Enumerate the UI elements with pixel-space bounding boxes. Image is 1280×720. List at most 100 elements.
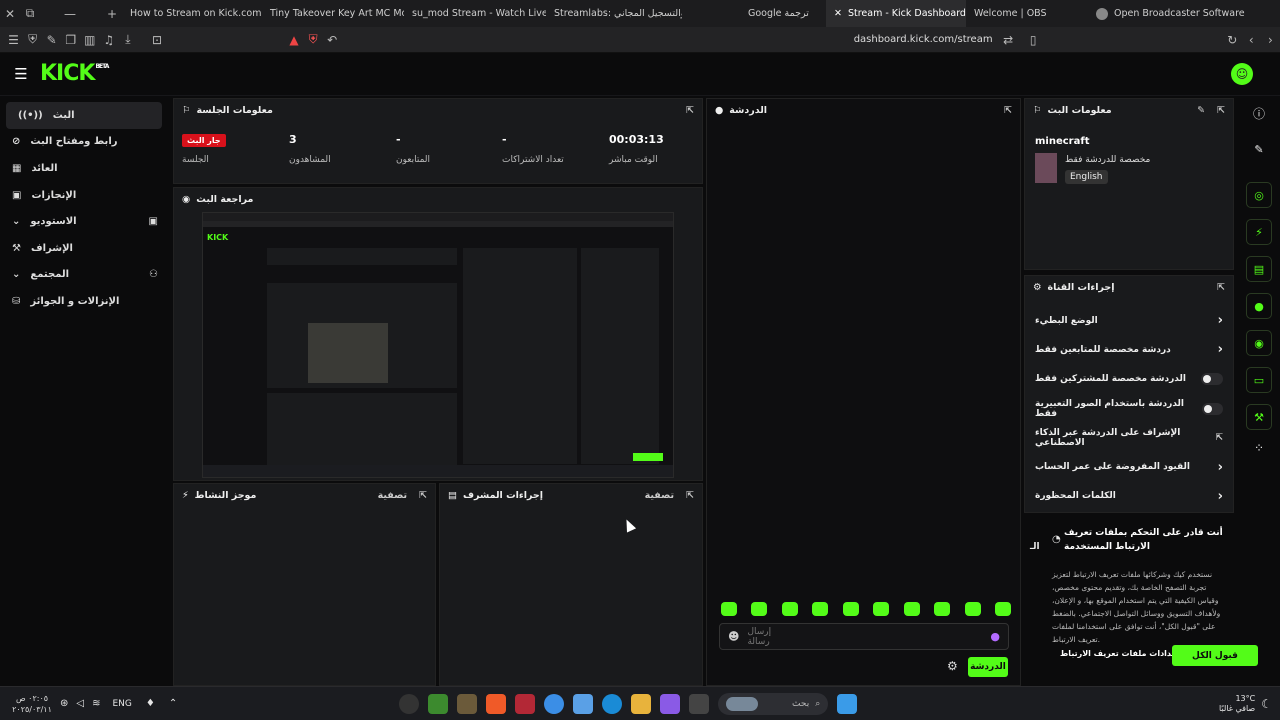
pop-out-icon[interactable]: ⇱ xyxy=(686,490,694,501)
store-icon[interactable] xyxy=(573,693,594,714)
chat-tool-icon[interactable]: ● xyxy=(1246,293,1272,319)
pop-out-icon[interactable]: ⇱ xyxy=(1004,105,1012,116)
game-icon[interactable] xyxy=(457,693,478,714)
filter-button[interactable]: تصفية xyxy=(378,490,407,501)
sidebar-item-drops[interactable]: ⛁ الإنزالات و الجوائز xyxy=(0,288,170,315)
brave-icon[interactable] xyxy=(486,693,507,714)
sidebar-item-revenue[interactable]: ▦ العائد xyxy=(0,155,170,182)
bolt-tool-icon[interactable]: ⚡ xyxy=(1246,219,1272,245)
close-window-icon[interactable]: ✕ xyxy=(0,4,20,24)
emote-icon[interactable] xyxy=(721,602,737,616)
setting-banned-words[interactable]: الكلمات المحظورة › xyxy=(1025,482,1233,511)
sidebar-item-studio[interactable]: ⌄ الاستوديو ▣ xyxy=(0,208,170,235)
sidebar-item-stream[interactable]: ((•)) البث xyxy=(6,102,162,129)
desktop-icon[interactable] xyxy=(689,693,710,714)
sidebar-toggle-icon[interactable]: ☰ xyxy=(4,30,23,50)
music-icon[interactable]: ♫ xyxy=(99,30,118,50)
tray-chevron-icon[interactable]: ⌃ xyxy=(169,698,177,709)
browser-tab[interactable]: How to Stream on Kick.com | K xyxy=(122,0,262,27)
browser-tab[interactable]: Google ترجمة xyxy=(740,0,812,27)
download-icon[interactable]: ⤓ xyxy=(118,30,137,50)
shield-app-icon[interactable] xyxy=(515,693,536,714)
emote-icon[interactable] xyxy=(781,602,798,616)
sidebar-item-achievements[interactable]: ▣ الإنجازات xyxy=(0,182,170,209)
taskbar-search[interactable]: بحث ⌕ xyxy=(718,692,829,715)
screenshot-icon[interactable]: ⊡ xyxy=(147,30,166,50)
browser-tab[interactable]: Open Broadcaster Software | O xyxy=(1088,0,1248,27)
chat-settings-icon[interactable]: ⚙ xyxy=(947,659,958,673)
subscribers-only-toggle[interactable] xyxy=(1201,373,1223,386)
accept-all-cookies-button[interactable]: قبول الكل xyxy=(1172,645,1258,666)
brave-shield-icon[interactable]: ⛨ xyxy=(304,30,323,50)
document-tool-icon[interactable]: ▤ xyxy=(1246,256,1272,282)
layout-tool-icon[interactable]: ▭ xyxy=(1246,367,1272,393)
weather-widget[interactable]: 13°C صافي غالبًا ☾ xyxy=(1219,694,1272,714)
sidebar-item-stream-key[interactable]: ⊘ رابط ومفتاح البث xyxy=(0,129,170,156)
url-text[interactable]: dashboard.kick.com/stream xyxy=(854,34,993,45)
extension-icon[interactable]: ▲ xyxy=(285,30,304,50)
sidebar-item-moderation[interactable]: ⚒ الإشراف xyxy=(0,235,170,262)
user-avatar[interactable]: ☺ xyxy=(1231,63,1253,85)
kick-logo[interactable]: KICKBETA xyxy=(40,61,109,86)
forward-icon[interactable]: › xyxy=(1261,30,1280,50)
browser-tab[interactable]: Streamlabs: والتسجيل المجاني xyxy=(546,0,682,27)
setting-ai-moderation[interactable]: الإشراف على الدردشة عبر الذكاء الاصطناعي… xyxy=(1025,423,1233,452)
emote-icon[interactable] xyxy=(964,602,981,616)
shield-icon[interactable]: ⛨ xyxy=(23,30,42,50)
info-icon[interactable]: ⓘ xyxy=(1253,100,1265,126)
pop-out-icon[interactable]: ⇱ xyxy=(1217,282,1225,293)
new-tab-icon[interactable]: + xyxy=(102,4,122,24)
edit-icon[interactable]: ✎ xyxy=(1197,105,1205,116)
emote-icon[interactable] xyxy=(873,602,890,616)
minimize-icon[interactable]: — xyxy=(60,4,80,24)
tabs-icon[interactable]: ❐ xyxy=(61,30,80,50)
tab-actions-icon[interactable]: ⧉ xyxy=(20,4,40,24)
emote-icon[interactable] xyxy=(994,602,1011,616)
chrome-icon[interactable] xyxy=(544,693,565,714)
emoji-icon[interactable]: ☻ xyxy=(728,630,739,643)
reload-icon[interactable]: ↻ xyxy=(1223,30,1242,50)
emote-icon[interactable] xyxy=(751,602,768,616)
stream-preview-video[interactable]: KICK xyxy=(202,212,674,478)
language-indicator[interactable]: ENG xyxy=(112,699,131,709)
setting-followers-only[interactable]: دردشة مخصصة للمتابعين فقط › xyxy=(1025,335,1233,364)
clock[interactable]: ٠٢:٠٥ ص ٢٠٢٥/٠٣/١١ xyxy=(8,693,56,715)
camera-tool-icon[interactable]: ◎ xyxy=(1246,182,1272,208)
pop-out-icon[interactable]: ⇱ xyxy=(1217,105,1225,116)
microphone-icon[interactable]: ♦ xyxy=(146,698,155,709)
copilot-icon[interactable] xyxy=(660,693,681,714)
sidebar-item-community[interactable]: ⌄ المجتمع ⚇ xyxy=(0,262,170,289)
browser-tab-active[interactable]: ✕ Stream - Kick Dashboard xyxy=(826,0,966,27)
share-icon[interactable]: ⇄ xyxy=(999,30,1018,50)
hamburger-menu-icon[interactable]: ☰ xyxy=(11,64,31,84)
edit-icon[interactable]: ✎ xyxy=(1254,136,1263,162)
pop-out-icon[interactable]: ⇱ xyxy=(686,105,694,116)
back-icon[interactable]: ‹ xyxy=(1242,30,1261,50)
minecraft-icon[interactable] xyxy=(428,693,449,714)
chat-input-box[interactable]: ☻ إرسال رسالة ● xyxy=(719,623,1009,650)
wrench-tool-icon[interactable]: ⚒ xyxy=(1246,404,1272,430)
emote-icon[interactable] xyxy=(842,602,859,616)
file-explorer-icon[interactable] xyxy=(631,693,652,714)
broadcast-tool-icon[interactable]: ◉ xyxy=(1246,330,1272,356)
cookie-settings-button[interactable]: إعدادات ملفات تعريف الارتباط xyxy=(1060,649,1180,658)
filter-button[interactable]: تصفية xyxy=(645,490,674,501)
chat-send-button[interactable]: الدردشة xyxy=(968,657,1008,677)
browser-tab[interactable]: su_mod Stream - Watch Live o xyxy=(404,0,546,27)
setting-slow-mode[interactable]: الوضع البطيء › xyxy=(1025,306,1233,335)
bookmark-icon[interactable]: ▯ xyxy=(1024,30,1043,50)
notification-icon[interactable]: ⊛ xyxy=(60,698,68,709)
obs-icon[interactable] xyxy=(399,693,420,714)
emote-icon[interactable] xyxy=(903,602,920,616)
emotes-only-toggle[interactable] xyxy=(1201,402,1223,415)
emote-icon[interactable] xyxy=(812,602,829,616)
setting-account-age[interactable]: القيود المفروضة على عمر الحساب › xyxy=(1025,452,1233,481)
microphone-icon[interactable]: ● xyxy=(990,630,1000,643)
panel-icon[interactable]: ▥ xyxy=(80,30,99,50)
wifi-icon[interactable]: ≋ xyxy=(92,698,100,709)
pen-icon[interactable]: ✎ xyxy=(42,30,61,50)
edge-icon[interactable] xyxy=(602,693,623,714)
emote-icon[interactable] xyxy=(934,602,951,616)
more-tools-icon[interactable]: ⁘ xyxy=(1254,441,1264,455)
pop-out-icon[interactable]: ⇱ xyxy=(419,490,427,501)
